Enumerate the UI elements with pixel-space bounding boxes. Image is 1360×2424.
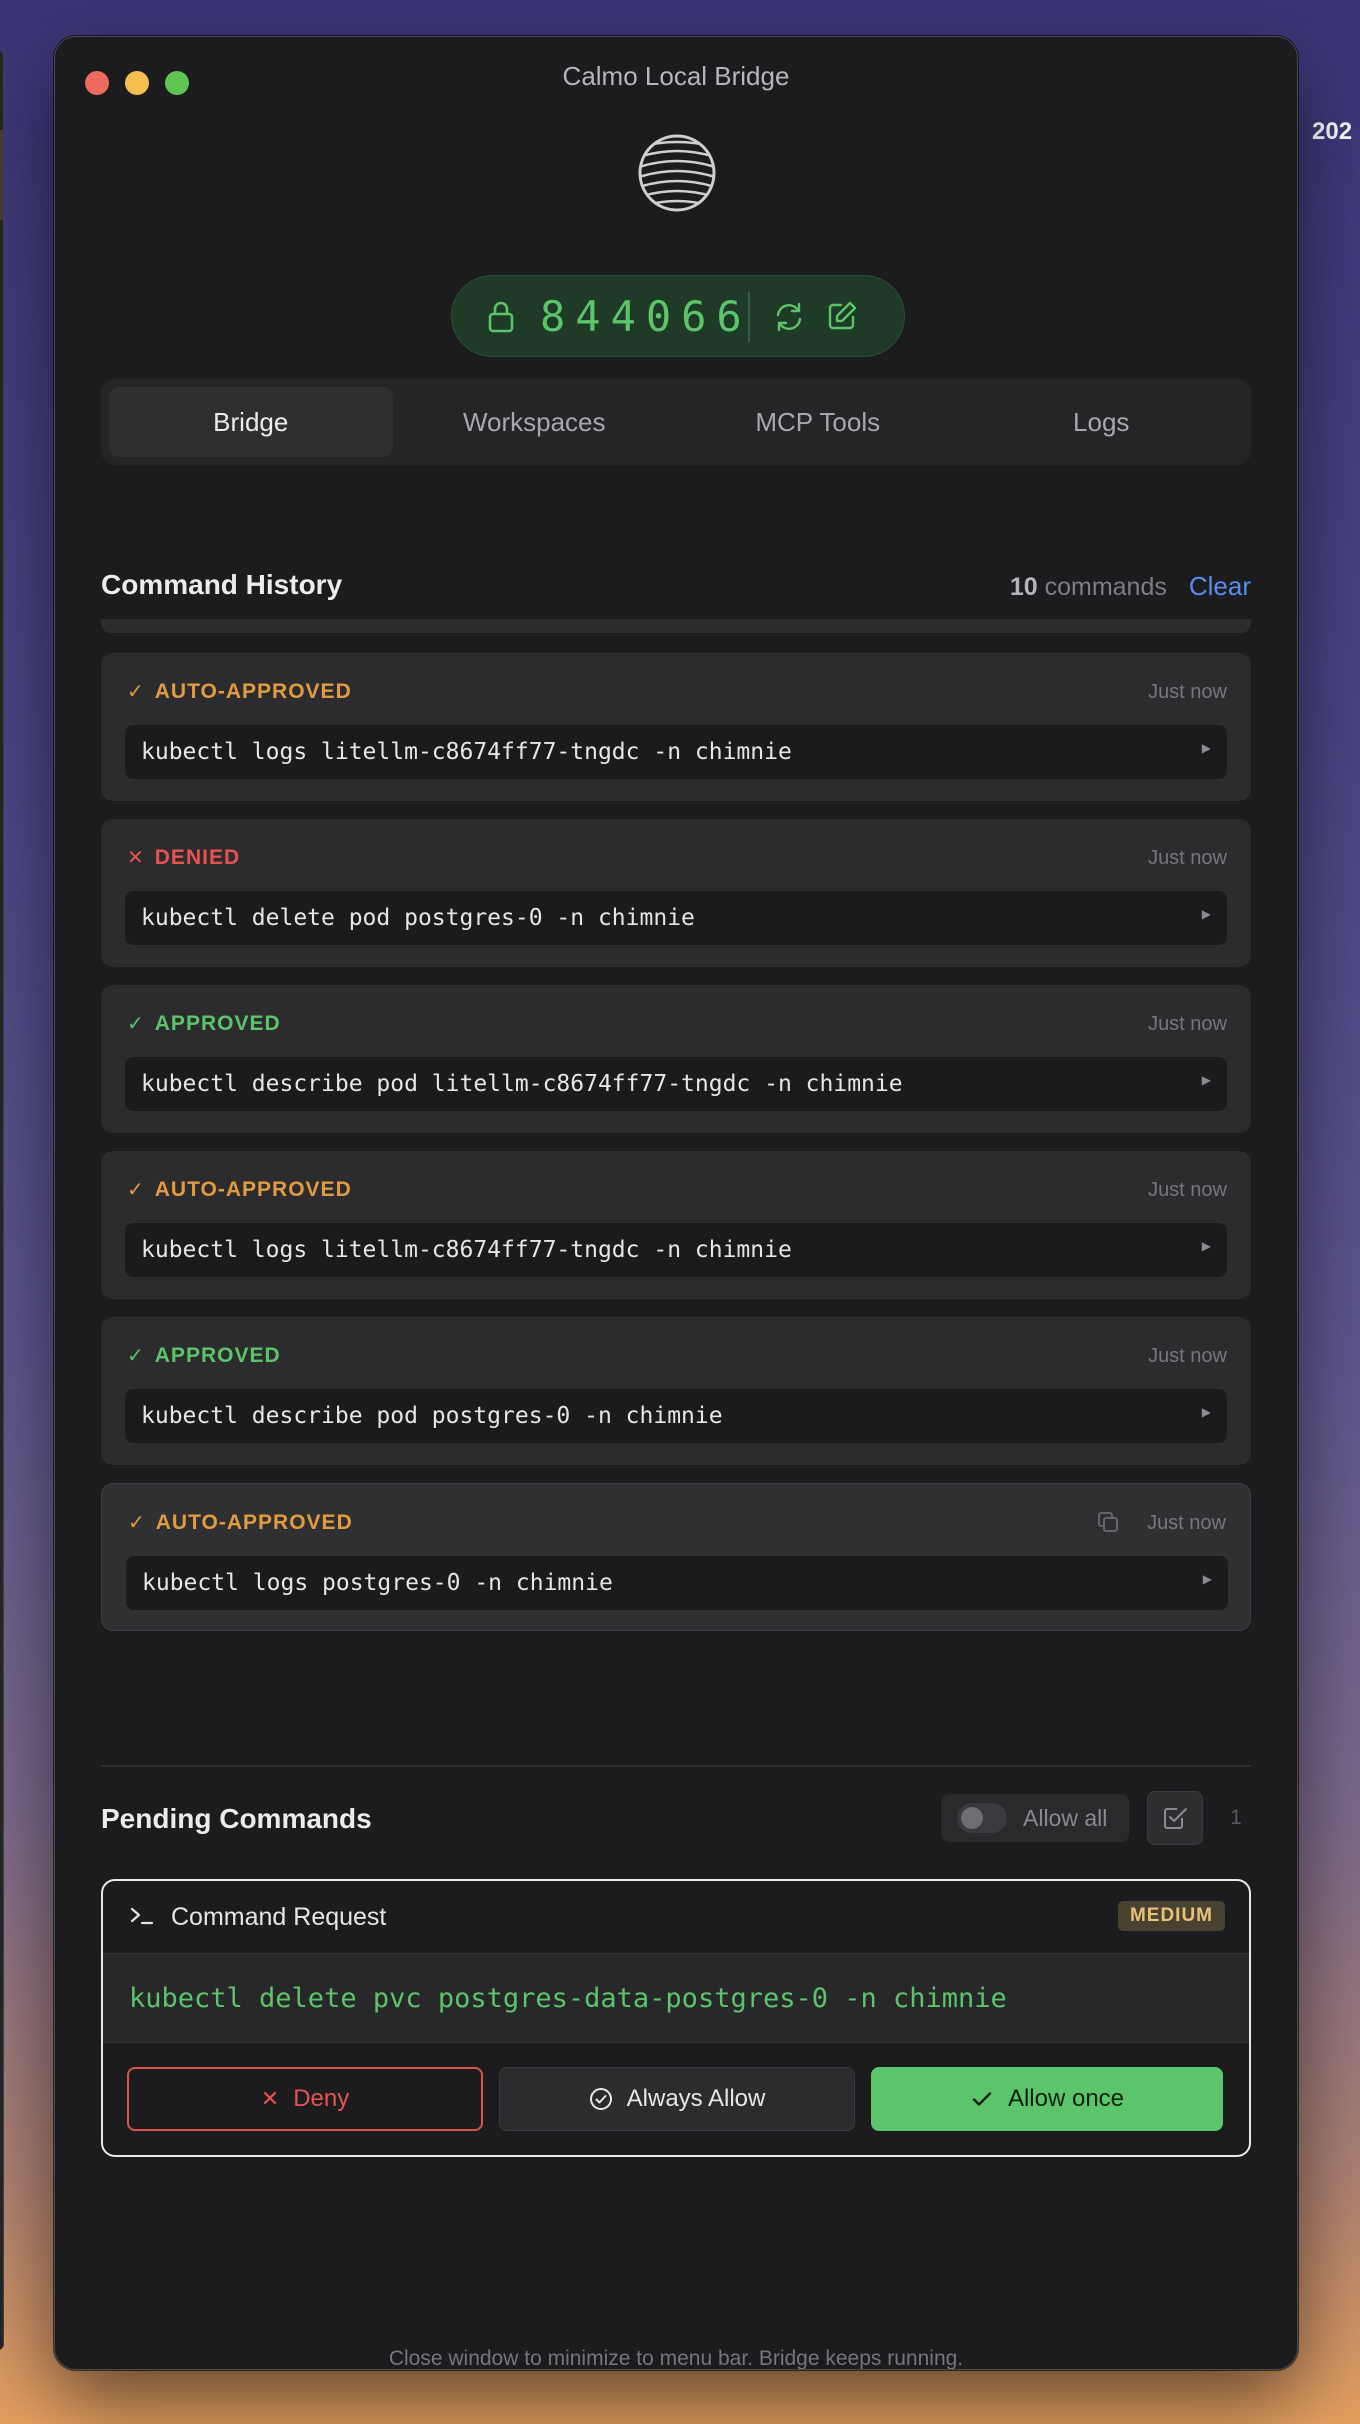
pin-divider <box>748 292 750 342</box>
allow-once-button[interactable]: Allow once <box>871 2067 1223 2131</box>
risk-badge: MEDIUM <box>1117 1901 1225 1931</box>
history-item: ✓ AUTO-APPROVED Just now kubectl logs lit… <box>101 653 1251 801</box>
check-icon: ✓ <box>128 1512 146 1534</box>
titlebar: Calmo Local Bridge <box>55 37 1297 121</box>
background-window <box>0 50 4 2350</box>
history-item-time: Just now <box>1148 681 1227 703</box>
select-all-button[interactable] <box>1147 1791 1203 1845</box>
command-text: kubectl logs litellm-c8674ff77-tngdc -n … <box>141 739 792 765</box>
deny-label: Deny <box>293 2085 350 2112</box>
refresh-icon[interactable] <box>772 300 806 334</box>
expand-arrow-icon: ▶ <box>1201 741 1211 755</box>
command-box[interactable]: kubectl logs litellm-c8674ff77-tngdc -n … <box>125 725 1227 779</box>
request-command: kubectl delete pvc postgres-data-postgre… <box>103 1953 1249 2043</box>
command-box[interactable]: kubectl logs litellm-c8674ff77-tngdc -n … <box>125 1223 1227 1277</box>
check-circle-icon <box>589 2088 612 2110</box>
toggle-switch[interactable] <box>957 1803 1007 1833</box>
expand-arrow-icon: ▶ <box>1201 1405 1211 1419</box>
toggle-knob <box>961 1807 983 1829</box>
status-badge: ✓ APPROVED <box>127 1343 281 1368</box>
history-item-time: Just now <box>1147 1512 1226 1534</box>
status-badge: ✓ AUTO-APPROVED <box>127 679 352 704</box>
section-divider <box>101 1765 1251 1767</box>
command-text: kubectl describe pod postgres-0 -n chimn… <box>141 1403 723 1429</box>
allow-once-label: Allow once <box>1007 2085 1125 2112</box>
pending-count: 1 <box>1230 1806 1242 1829</box>
check-icon: ✓ <box>127 681 145 703</box>
history-item-time: Just now <box>1148 1013 1227 1035</box>
command-box[interactable]: kubectl describe pod postgres-0 -n chimn… <box>125 1389 1227 1443</box>
history-item: ✓ APPROVED Just now kubectl describe pod … <box>101 1317 1251 1465</box>
command-text: kubectl logs postgres-0 -n chimnie <box>142 1570 613 1596</box>
app-window: Calmo Local Bridge 844066 Bridge Workspa… <box>54 36 1298 2370</box>
expand-arrow-icon: ▶ <box>1202 1572 1212 1586</box>
history-item: ✓ AUTO-APPROVED Just now kubectl logs lit… <box>101 1151 1251 1299</box>
history-item-time: Just now <box>1148 1345 1227 1367</box>
pin-code: 844066 <box>540 292 752 341</box>
clear-history-button[interactable]: Clear <box>1189 571 1251 602</box>
allow-all-label: Allow all <box>1023 1804 1108 1831</box>
command-text: kubectl logs litellm-c8674ff77-tngdc -n … <box>141 1237 792 1263</box>
history-item: ✓ APPROVED Just now kubectl describe pod … <box>101 985 1251 1133</box>
check-icon: ✓ <box>127 1345 145 1367</box>
checkbox-icon <box>1164 1808 1187 1829</box>
history-count: 10 <box>1009 573 1038 601</box>
footer-note: Close window to minimize to menu bar. Br… <box>388 2347 964 2370</box>
copy-icon[interactable] <box>1096 1510 1120 1534</box>
request-header: Command Request MEDIUM <box>103 1881 1249 1953</box>
always-allow-button[interactable]: Always Allow <box>499 2067 855 2131</box>
history-count-label: commands <box>1044 573 1167 601</box>
command-history-title: Command History <box>101 569 343 600</box>
check-icon <box>972 2092 992 2106</box>
pin-pill: 844066 <box>451 275 905 357</box>
background-desktop-text: 202 <box>1312 118 1353 145</box>
history-header-right: 10 commands Clear <box>1010 571 1251 602</box>
always-allow-label: Always Allow <box>626 2085 766 2112</box>
request-title: Command Request <box>171 1903 387 1931</box>
history-item: ✓ AUTO-APPROVED Just now kubectl logs pos… <box>101 1483 1251 1631</box>
command-box[interactable]: kubectl describe pod litellm-c8674ff77-t… <box>125 1057 1227 1111</box>
pending-controls: Allow all 1 <box>941 1791 1251 1845</box>
allow-all-toggle[interactable]: Allow all <box>941 1794 1129 1842</box>
request-actions: ✕ Deny Always Allow Allow once <box>127 2067 1223 2131</box>
tab-bridge[interactable]: Bridge <box>109 387 393 457</box>
globe-logo-icon <box>638 134 716 212</box>
x-icon: ✕ <box>127 847 145 869</box>
status-badge: ✓ AUTO-APPROVED <box>128 1510 353 1535</box>
edit-icon[interactable] <box>826 300 858 332</box>
deny-button[interactable]: ✕ Deny <box>127 2067 483 2131</box>
tab-logs[interactable]: Logs <box>960 387 1244 457</box>
x-icon: ✕ <box>260 2086 280 2111</box>
command-history-list[interactable]: ✓ AUTO-APPROVED Just now kubectl logs lit… <box>101 619 1251 1667</box>
background-window-accent <box>0 130 4 220</box>
window-title: Calmo Local Bridge <box>562 61 790 91</box>
command-text: kubectl delete pod postgres-0 -n chimnie <box>141 905 695 931</box>
status-badge: ✓ AUTO-APPROVED <box>127 1177 352 1202</box>
tab-workspaces[interactable]: Workspaces <box>393 387 677 457</box>
status-badge: ✕ DENIED <box>127 845 241 870</box>
lock-icon <box>488 301 514 333</box>
tab-bar: Bridge Workspaces MCP Tools Logs <box>101 379 1251 465</box>
history-item-partial <box>101 619 1251 633</box>
command-request-card: Command Request MEDIUM kubectl delete pv… <box>101 1879 1251 2157</box>
history-item: ✕ DENIED Just now kubectl delete pod post… <box>101 819 1251 967</box>
pending-commands-title: Pending Commands <box>101 1803 372 1834</box>
tab-mcp-tools[interactable]: MCP Tools <box>676 387 960 457</box>
command-box[interactable]: kubectl delete pod postgres-0 -n chimnie… <box>125 891 1227 945</box>
expand-arrow-icon: ▶ <box>1201 1073 1211 1087</box>
expand-arrow-icon: ▶ <box>1201 907 1211 921</box>
terminal-prompt-icon <box>130 1907 154 1925</box>
check-icon: ✓ <box>127 1013 145 1035</box>
history-item-time: Just now <box>1148 1179 1227 1201</box>
check-icon: ✓ <box>127 1179 145 1201</box>
status-badge: ✓ APPROVED <box>127 1011 281 1036</box>
history-item-time: Just now <box>1148 847 1227 869</box>
command-box[interactable]: kubectl logs postgres-0 -n chimnie ▶ <box>126 1556 1228 1610</box>
command-text: kubectl describe pod litellm-c8674ff77-t… <box>141 1071 903 1097</box>
expand-arrow-icon: ▶ <box>1201 1239 1211 1253</box>
